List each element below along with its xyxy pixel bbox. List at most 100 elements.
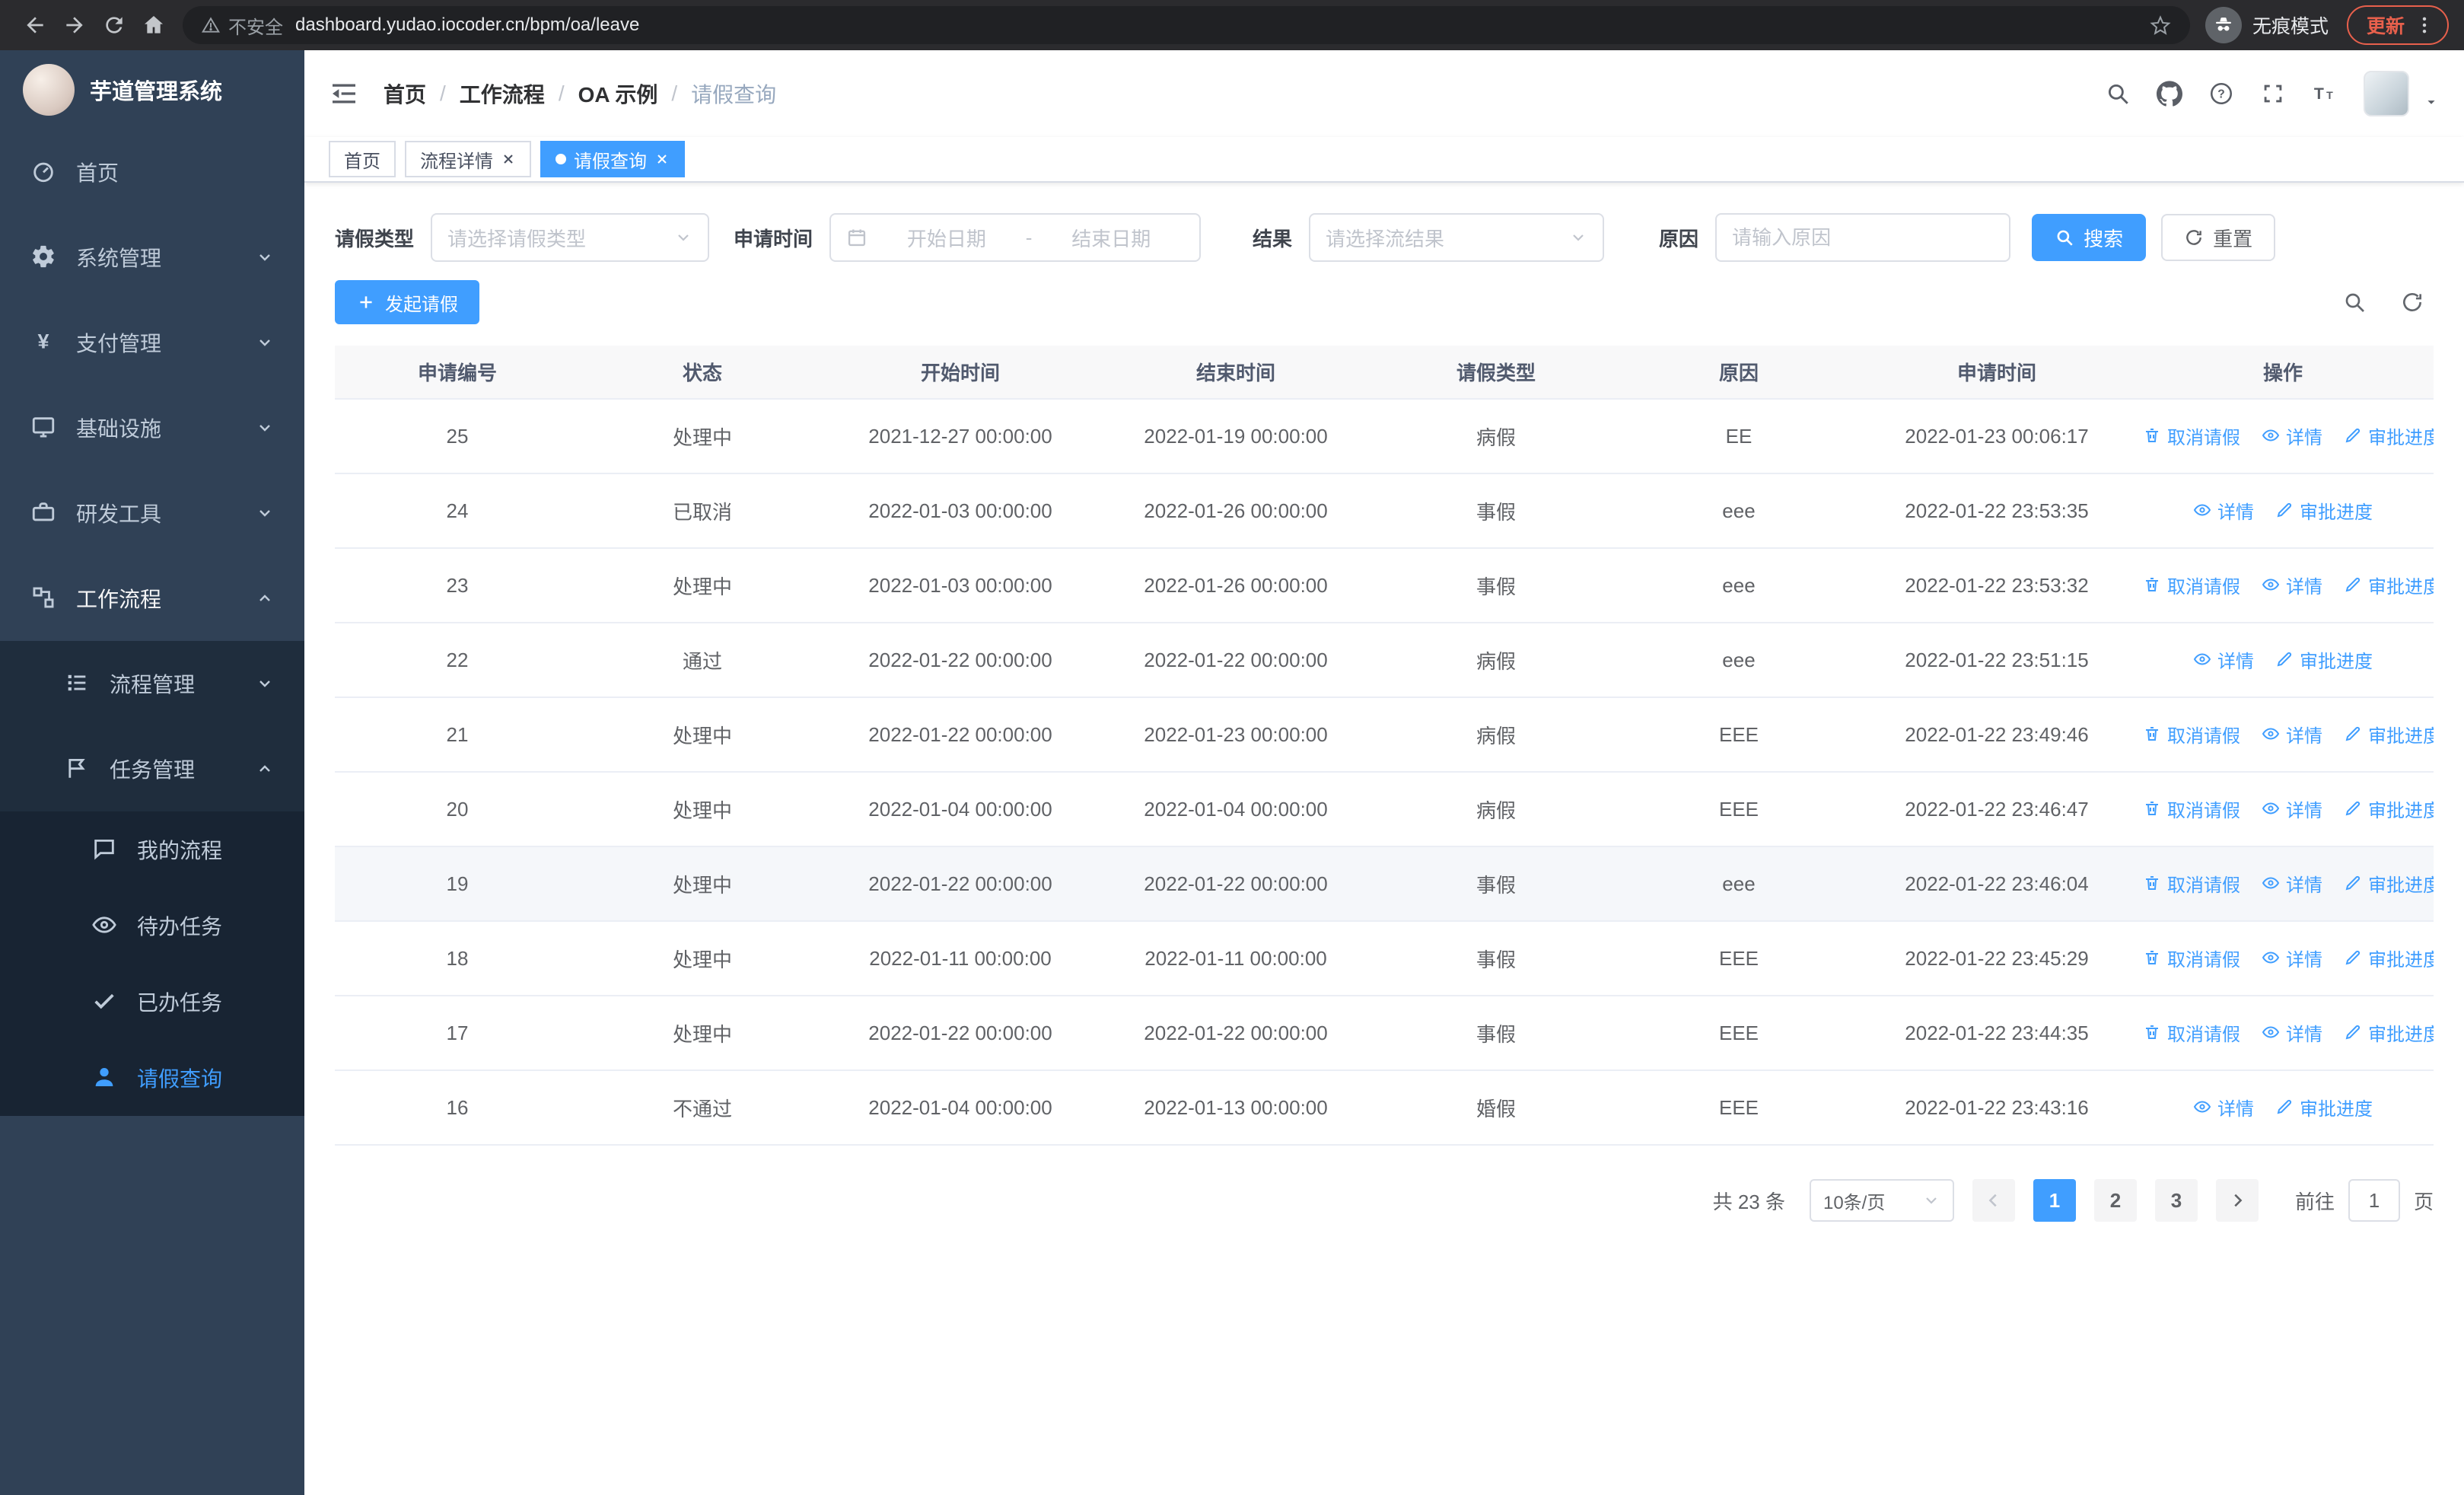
progress-action-link[interactable]: 审批进度 xyxy=(2344,870,2434,897)
progress-action-link[interactable]: 审批进度 xyxy=(2344,572,2434,598)
detail-action-link[interactable]: 详情 xyxy=(2193,646,2254,673)
help-icon[interactable]: ? xyxy=(2208,81,2234,107)
sidebar-item-payment[interactable]: ¥ 支付管理 xyxy=(0,300,304,385)
detail-action-link[interactable]: 详情 xyxy=(2262,870,2322,897)
progress-action-link[interactable]: 审批进度 xyxy=(2344,795,2434,822)
cancel-action-link[interactable]: 取消请假 xyxy=(2143,945,2240,971)
security-indicator[interactable]: 不安全 xyxy=(201,12,283,39)
progress-action-link[interactable]: 审批进度 xyxy=(2344,1019,2434,1046)
page-button-3[interactable]: 3 xyxy=(2154,1179,2198,1222)
forward-icon[interactable] xyxy=(55,5,94,45)
sidebar-item-leave-query[interactable]: 请假查询 xyxy=(0,1040,304,1116)
progress-action-link[interactable]: 审批进度 xyxy=(2344,721,2434,748)
menu-dots-icon[interactable] xyxy=(2414,14,2435,36)
leave-type-select[interactable]: 请选择请假类型 xyxy=(431,213,710,262)
close-icon[interactable] xyxy=(654,151,670,167)
tab-home[interactable]: 首页 xyxy=(329,141,396,177)
detail-action-link[interactable]: 详情 xyxy=(2193,497,2254,524)
detail-action-link[interactable]: 详情 xyxy=(2262,721,2322,748)
sidebar-item-devtools[interactable]: 研发工具 xyxy=(0,470,304,556)
page-jumper: 前往 页 xyxy=(2295,1179,2434,1222)
cancel-action-link[interactable]: 取消请假 xyxy=(2143,870,2240,897)
collapse-sidebar-icon[interactable] xyxy=(329,78,359,109)
progress-action-link[interactable]: 审批进度 xyxy=(2275,646,2373,673)
create-leave-button[interactable]: 发起请假 xyxy=(335,280,479,324)
fullscreen-icon[interactable] xyxy=(2260,81,2286,107)
app-logo[interactable]: 芋道管理系统 xyxy=(0,50,304,129)
refresh-icon[interactable] xyxy=(2400,290,2424,314)
tab-process-detail[interactable]: 流程详情 xyxy=(405,141,531,177)
search-button[interactable]: 搜索 xyxy=(2032,214,2147,261)
close-icon[interactable] xyxy=(501,151,516,167)
cancel-action-link[interactable]: 取消请假 xyxy=(2143,572,2240,598)
bookmark-star-icon[interactable] xyxy=(2149,14,2172,37)
table-row[interactable]: 23 处理中 2022-01-03 00:00:00 2022-01-26 00:00… xyxy=(335,548,2434,623)
table-row[interactable]: 24 已取消 2022-01-03 00:00:00 2022-01-26 00:00… xyxy=(335,473,2434,549)
home-icon[interactable] xyxy=(134,5,173,45)
select-placeholder: 请选择流结果 xyxy=(1326,227,1445,250)
sidebar-item-workflow[interactable]: 工作流程 xyxy=(0,556,304,641)
cancel-action-link[interactable]: 取消请假 xyxy=(2143,795,2240,822)
table-row[interactable]: 19 处理中 2022-01-22 00:00:00 2022-01-22 00:00… xyxy=(335,846,2434,922)
cell-start-time: 2022-01-22 00:00:00 xyxy=(825,623,1096,698)
detail-action-link[interactable]: 详情 xyxy=(2262,945,2322,971)
caret-down-icon[interactable] xyxy=(2423,94,2440,116)
detail-action-link[interactable]: 详情 xyxy=(2262,1019,2322,1046)
cell-leave-type: 病假 xyxy=(1376,772,1616,847)
search-icon[interactable] xyxy=(2105,81,2131,107)
sidebar-item-done-tasks[interactable]: 已办任务 xyxy=(0,964,304,1040)
cancel-action-link[interactable]: 取消请假 xyxy=(2143,721,2240,748)
table-row[interactable]: 25 处理中 2021-12-27 00:00:00 2022-01-19 00:00… xyxy=(335,399,2434,474)
table-row[interactable]: 22 通过 2022-01-22 00:00:00 2022-01-22 00:00:… xyxy=(335,623,2434,698)
sidebar-item-task-mgmt[interactable]: 任务管理 xyxy=(0,726,304,811)
detail-action-link[interactable]: 详情 xyxy=(2262,572,2322,598)
progress-action-link[interactable]: 审批进度 xyxy=(2344,422,2434,449)
end-date-input[interactable]: 结束日期 xyxy=(1038,224,1184,252)
back-icon[interactable] xyxy=(15,5,55,45)
table-row[interactable]: 21 处理中 2022-01-22 00:00:00 2022-01-23 00:00… xyxy=(335,697,2434,773)
font-size-icon[interactable]: TT xyxy=(2312,81,2338,107)
cancel-action-link[interactable]: 取消请假 xyxy=(2143,422,2240,449)
update-chip[interactable]: 更新 xyxy=(2346,5,2449,45)
sidebar-item-process-mgmt[interactable]: 流程管理 xyxy=(0,641,304,726)
progress-action-link[interactable]: 审批进度 xyxy=(2275,1094,2373,1120)
page-button-1[interactable]: 1 xyxy=(2033,1179,2076,1222)
detail-action-link[interactable]: 详情 xyxy=(2193,1094,2254,1120)
cell-reason: EEE xyxy=(1616,697,1861,773)
cell-apply-time: 2022-01-22 23:44:35 xyxy=(1861,996,2132,1071)
sidebar-item-home[interactable]: 首页 xyxy=(0,129,304,215)
progress-action-link[interactable]: 审批进度 xyxy=(2275,497,2373,524)
url-bar[interactable]: 不安全 dashboard.yudao.iocoder.cn/bpm/oa/le… xyxy=(183,6,2190,44)
prev-page-button[interactable] xyxy=(1972,1179,2015,1222)
tab-leave-query[interactable]: 请假查询 xyxy=(540,141,685,177)
table-row[interactable]: 20 处理中 2022-01-04 00:00:00 2022-01-04 00:00… xyxy=(335,772,2434,847)
github-icon[interactable] xyxy=(2157,81,2182,107)
breadcrumb-home[interactable]: 首页 xyxy=(384,78,426,109)
sidebar-item-my-process[interactable]: 我的流程 xyxy=(0,811,304,888)
table-row[interactable]: 16 不通过 2022-01-04 00:00:00 2022-01-13 00:00… xyxy=(335,1070,2434,1146)
sidebar-item-system[interactable]: 系统管理 xyxy=(0,215,304,300)
result-select[interactable]: 请选择流结果 xyxy=(1309,213,1605,262)
detail-action-link[interactable]: 详情 xyxy=(2262,795,2322,822)
reset-button[interactable]: 重置 xyxy=(2161,214,2276,261)
user-avatar[interactable] xyxy=(2364,71,2409,116)
sidebar-item-infra[interactable]: 基础设施 xyxy=(0,385,304,470)
cancel-action-link[interactable]: 取消请假 xyxy=(2143,1019,2240,1046)
table-row[interactable]: 18 处理中 2022-01-11 00:00:00 2022-01-11 00:00… xyxy=(335,921,2434,996)
next-page-button[interactable] xyxy=(2215,1179,2259,1222)
table-row[interactable]: 17 处理中 2022-01-22 00:00:00 2022-01-22 00:00… xyxy=(335,996,2434,1071)
reason-input[interactable] xyxy=(1715,213,2011,262)
date-range-picker[interactable]: 开始日期 - 结束日期 xyxy=(829,213,1202,262)
detail-action-link[interactable]: 详情 xyxy=(2262,422,2322,449)
page-button-2[interactable]: 2 xyxy=(2093,1179,2137,1222)
toggle-search-icon[interactable] xyxy=(2342,290,2367,314)
page-size-select[interactable]: 10条/页 xyxy=(1809,1179,1954,1222)
breadcrumb-oa-example[interactable]: OA 示例 xyxy=(578,78,658,109)
progress-action-link[interactable]: 审批进度 xyxy=(2344,945,2434,971)
breadcrumb-workflow[interactable]: 工作流程 xyxy=(460,78,545,109)
reload-icon[interactable] xyxy=(94,5,134,45)
leave-type-label: 请假类型 xyxy=(335,227,415,250)
sidebar-item-todo-tasks[interactable]: 待办任务 xyxy=(0,888,304,964)
start-date-input[interactable]: 开始日期 xyxy=(874,224,1020,252)
page-jump-input[interactable] xyxy=(2348,1179,2400,1222)
